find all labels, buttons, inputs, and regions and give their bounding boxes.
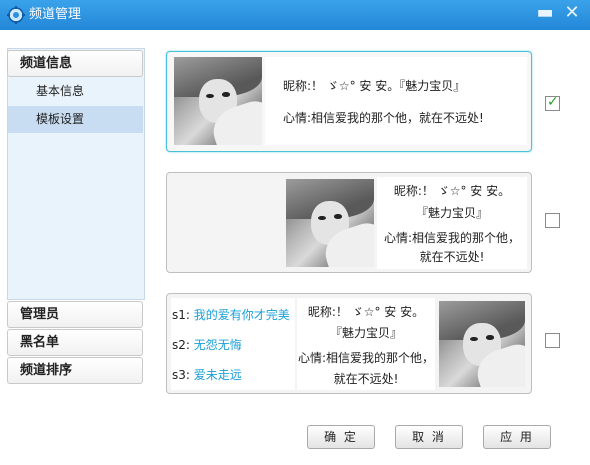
template-card-1[interactable]: 昵称:！ ゞ☆° 安 安。『魅力宝贝』 心情:相信爱我的那个他，就在不远处!: [166, 51, 532, 152]
sidebar-item-template-settings[interactable]: 模板设置: [8, 106, 143, 133]
sidebar-section-label: 管理员: [20, 307, 60, 322]
ok-button[interactable]: 确 定: [307, 425, 375, 449]
signature-label: s3:: [172, 368, 190, 382]
sidebar-section-label: 频道排序: [20, 363, 73, 378]
template-checkbox-1[interactable]: ✓: [545, 94, 560, 111]
nickname-line-1: 昵称:！ ゞ☆° 安 安。: [307, 305, 425, 319]
avatar-photo: [286, 179, 374, 267]
signature-value: 我的爱有你才完美: [193, 308, 290, 322]
nickname-line: 昵称:！ ゞ☆° 安 安。『魅力宝贝』: [283, 78, 465, 94]
sidebar-section-channel-order[interactable]: 频道排序: [7, 357, 143, 384]
template-checkbox-3[interactable]: [545, 333, 560, 348]
minimize-button[interactable]: ▬: [534, 3, 556, 25]
mood-line: 心情:相信爱我的那个他，就在不远处!: [283, 110, 484, 126]
template-card-2[interactable]: 昵称:！ ゞ☆° 安 安。 『魅力宝贝』 心情:相信爱我的那个他， 就在不远处!: [166, 172, 532, 273]
signature-line-3: s3: 爱未走远: [172, 367, 242, 383]
signature-label: s2:: [172, 338, 190, 352]
template-card-3[interactable]: s1: 我的爱有你才完美 s2: 无怨无悔 s3: 爱未走远 昵称:！ ゞ☆° …: [166, 293, 532, 394]
avatar-photo: [439, 301, 525, 387]
signature-line-2: s2: 无怨无悔: [172, 337, 242, 353]
sidebar-section-label: 频道信息: [20, 56, 73, 71]
sidebar-item-label: 模板设置: [36, 112, 85, 126]
sidebar-section-label: 黑名单: [20, 335, 60, 350]
nickname-value: ！ ゞ☆° 安 安。『魅力宝贝』: [311, 79, 466, 93]
apply-button[interactable]: 应 用: [483, 425, 551, 449]
nickname-line-1: 昵称:！ ゞ☆° 安 安。: [393, 184, 511, 198]
sidebar-section-channel-info[interactable]: 频道信息: [7, 50, 143, 77]
signature-value: 爱未走远: [193, 368, 242, 382]
mood-line-1: 心情:相信爱我的那个他，: [297, 351, 435, 365]
signature-label: s1:: [172, 308, 190, 322]
window-title: 频道管理: [29, 7, 82, 22]
card-text-area: [265, 57, 527, 145]
nickname-line-2: 『魅力宝贝』: [329, 326, 402, 340]
mood-label: 心情:: [283, 111, 312, 125]
nickname-line-2: 『魅力宝贝』: [415, 206, 488, 220]
checkmark-icon: ✓: [547, 94, 559, 110]
template-checkbox-2[interactable]: [545, 213, 560, 228]
sidebar-section-blacklist[interactable]: 黑名单: [7, 329, 143, 356]
title-bar: 频道管理 ▬ ✕: [0, 0, 590, 30]
mood-line-1: 心情:相信爱我的那个他，: [383, 231, 521, 245]
close-button[interactable]: ✕: [561, 3, 583, 25]
sidebar-item-basic-info[interactable]: 基本信息: [8, 78, 143, 105]
nickname-label: 昵称:: [283, 79, 312, 93]
gear-icon: [7, 6, 25, 24]
avatar-photo: [174, 57, 262, 145]
signature-value: 无怨无悔: [193, 338, 242, 352]
sidebar-section-admins[interactable]: 管理员: [7, 301, 143, 328]
mood-line-2: 就在不远处!: [333, 372, 399, 386]
signature-line-1: s1: 我的爱有你才完美: [172, 307, 290, 323]
sidebar-item-label: 基本信息: [36, 84, 85, 98]
mood-line-2: 就在不远处!: [419, 250, 485, 264]
mood-value: 相信爱我的那个他，就在不远处!: [311, 111, 484, 125]
cancel-button[interactable]: 取 消: [395, 425, 463, 449]
